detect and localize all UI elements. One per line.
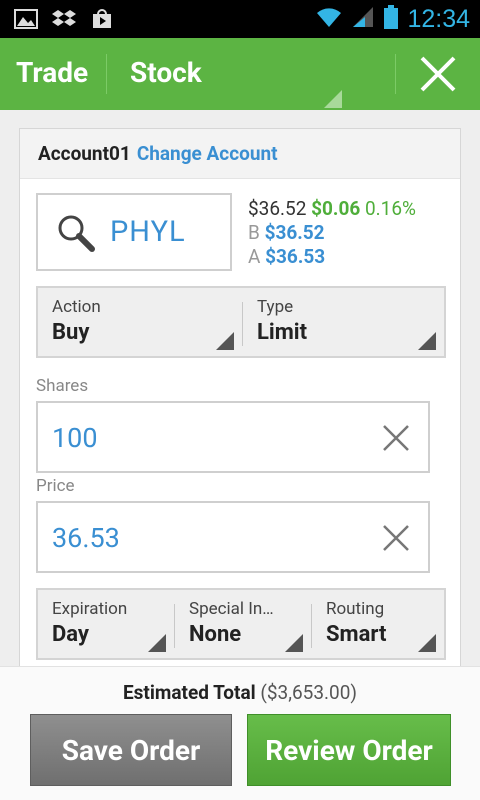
action-value: Buy — [52, 320, 90, 345]
spinner-indicator-icon — [216, 332, 234, 350]
review-order-button[interactable]: Review Order — [247, 714, 451, 786]
special-instructions-spinner[interactable]: Special In… None — [175, 590, 311, 658]
play-store-icon — [90, 8, 114, 30]
shares-input[interactable]: 100 — [36, 401, 430, 473]
order-type-row: Action Buy Type Limit — [36, 286, 446, 358]
section-title: Trade — [16, 56, 89, 89]
action-bar: Trade Stock — [0, 38, 480, 110]
last-price: $36.52 — [248, 197, 307, 220]
clear-icon — [383, 525, 409, 551]
spinner-indicator-icon — [324, 90, 342, 108]
price-change-percent: 0.16% — [364, 197, 416, 220]
status-bar: 12:34 — [0, 0, 480, 38]
close-icon — [420, 56, 456, 92]
clock: 12:34 — [407, 4, 470, 33]
spinner-indicator-icon — [285, 634, 303, 652]
estimated-total-label: Estimated Total — [122, 681, 256, 704]
routing-label: Routing — [326, 599, 385, 619]
estimated-total: Estimated Total ($3,653.00) — [0, 681, 480, 704]
clear-shares-button[interactable] — [382, 424, 410, 456]
bid-label: B — [248, 221, 260, 244]
shares-label: Shares — [36, 376, 89, 396]
special-instructions-label: Special In… — [189, 599, 274, 619]
wifi-icon — [315, 5, 343, 33]
battery-icon — [383, 4, 399, 34]
routing-spinner[interactable]: Routing Smart — [312, 590, 444, 658]
instrument-spinner[interactable]: Stock — [130, 56, 202, 89]
footer-bar: Estimated Total ($3,653.00) Save Order R… — [0, 666, 480, 800]
clear-icon — [383, 425, 409, 451]
search-icon — [56, 213, 96, 257]
expiration-value: Day — [52, 622, 89, 647]
close-button[interactable] — [396, 38, 480, 110]
special-instructions-value: None — [189, 622, 242, 647]
change-account-link[interactable]: Change Account — [137, 142, 278, 165]
spinner-indicator-icon — [418, 634, 436, 652]
shares-value: 100 — [52, 422, 98, 454]
action-label: Action — [52, 297, 101, 317]
account-name: Account01 — [38, 142, 131, 165]
symbol-input[interactable]: PHYL — [36, 193, 232, 271]
bid-price: $36.52 — [264, 221, 325, 244]
expiration-label: Expiration — [52, 599, 128, 619]
ask-price: $36.53 — [265, 245, 326, 268]
price-change: $0.06 — [311, 197, 361, 220]
gallery-icon — [14, 8, 38, 30]
expiration-spinner[interactable]: Expiration Day — [38, 590, 174, 658]
estimated-total-value: ($3,653.00) — [260, 681, 357, 704]
type-value: Limit — [257, 320, 308, 345]
ticker-symbol: PHYL — [110, 215, 186, 249]
account-header: Account01 Change Account — [20, 129, 460, 179]
action-spinner[interactable]: Action Buy — [38, 288, 242, 356]
spinner-indicator-icon — [148, 634, 166, 652]
signal-icon — [351, 5, 375, 33]
type-label: Type — [257, 297, 294, 317]
divider — [106, 54, 107, 94]
order-options-row: Expiration Day Special In… None Routing … — [36, 588, 446, 660]
price-label: Price — [36, 476, 75, 496]
dropbox-icon — [52, 8, 76, 30]
ask-label: A — [248, 245, 261, 268]
order-card: Account01 Change Account PHYL $36.52 $0.… — [19, 128, 461, 688]
type-spinner[interactable]: Type Limit — [243, 288, 444, 356]
price-value: 36.53 — [52, 522, 120, 554]
price-input[interactable]: 36.53 — [36, 501, 430, 573]
quote-panel: $36.52 $0.06 0.16% B $36.52 A $36.53 — [248, 197, 416, 269]
save-order-button[interactable]: Save Order — [30, 714, 232, 786]
spinner-indicator-icon — [418, 332, 436, 350]
routing-value: Smart — [326, 622, 387, 647]
clear-price-button[interactable] — [382, 524, 410, 556]
